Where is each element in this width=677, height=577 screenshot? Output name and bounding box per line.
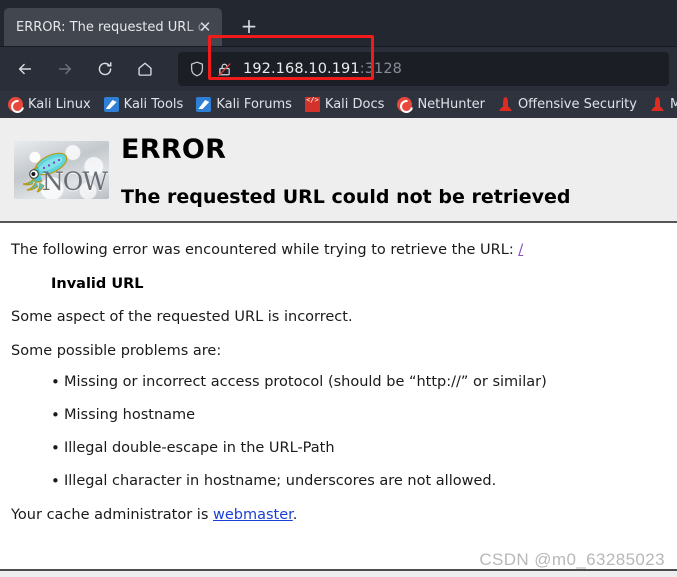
error-code: Invalid URL <box>51 275 144 292</box>
address-bar-container: 192.168.10.191:3128 <box>178 35 669 86</box>
kali-docs-icon <box>304 96 320 112</box>
browser-chrome: ERROR: The requested URL c ✕ + 192.168.1… <box>0 0 677 118</box>
bookmark-label: M <box>669 97 677 112</box>
bookmark-offensive-security[interactable]: Offensive Security <box>498 97 637 112</box>
forward-button[interactable] <box>48 52 82 86</box>
page-footer: Generated Thu, 06 Apr 2023 12:35:23 GMT … <box>0 571 677 577</box>
back-button[interactable] <box>8 52 42 86</box>
offsec-icon <box>498 97 513 112</box>
reload-icon <box>98 62 112 76</box>
msfu-icon <box>650 97 665 112</box>
page-body: The following error was encountered whil… <box>0 223 677 525</box>
address-port: :3128 <box>359 61 403 77</box>
shield-icon[interactable] <box>188 60 206 78</box>
reload-button[interactable] <box>88 52 122 86</box>
squid-logo: NOW <box>14 141 109 199</box>
bookmark-label: Kali Tools <box>123 97 184 112</box>
bookmark-kali-forums[interactable]: Kali Forums <box>196 97 292 112</box>
cache-admin-text: Your cache administrator is <box>11 506 213 523</box>
problems-list: Missing or incorrect access protocol (sh… <box>51 373 677 490</box>
address-host: 192.168.10.191 <box>243 61 360 77</box>
bookmark-kali-docs[interactable]: Kali Docs <box>304 96 385 112</box>
problems-intro: Some possible problems are: <box>11 343 222 360</box>
close-icon[interactable]: ✕ <box>196 18 214 36</box>
intro-paragraph: The following error was encountered whil… <box>11 241 677 261</box>
home-icon <box>138 62 152 76</box>
cache-admin-suffix: . <box>292 506 298 523</box>
squid-error-page: NOW ERROR The requested URL could not be… <box>0 118 677 577</box>
webmaster-link[interactable]: webmaster <box>213 507 293 523</box>
back-arrow-icon <box>18 63 32 75</box>
tab-strip: ERROR: The requested URL c ✕ + <box>0 0 677 46</box>
kali-forums-icon <box>196 97 212 112</box>
requested-url-link[interactable]: / <box>518 242 523 258</box>
nethunter-icon <box>397 97 413 112</box>
forward-arrow-icon <box>58 63 72 75</box>
bookmark-label: NetHunter <box>417 97 485 112</box>
squid-logo-caption: NOW <box>41 167 108 196</box>
navigation-toolbar: 192.168.10.191:3128 <box>0 35 677 91</box>
list-item: Illegal character in hostname; underscor… <box>51 472 677 490</box>
cache-admin-paragraph: Your cache administrator is webmaster. <box>11 506 677 526</box>
list-item: Missing hostname <box>51 406 677 424</box>
bookmarks-bar: Kali Linux Kali Tools Kali Forums Kali D… <box>0 91 677 118</box>
bookmark-label: Kali Docs <box>324 97 385 112</box>
lock-crossed-icon[interactable] <box>216 61 233 78</box>
kali-dragon-icon <box>8 97 23 112</box>
page-header: NOW ERROR The requested URL could not be… <box>0 118 677 223</box>
bookmark-label: Offensive Security <box>517 97 637 112</box>
bookmark-msfu[interactable]: M <box>650 97 677 112</box>
list-item: Illegal double-escape in the URL-Path <box>51 439 677 457</box>
home-button[interactable] <box>128 52 162 86</box>
list-item: Missing or incorrect access protocol (sh… <box>51 373 677 391</box>
kali-tools-icon <box>103 97 119 112</box>
page-subtitle: The requested URL could not be retrieved <box>121 186 571 208</box>
bookmark-kali-tools[interactable]: Kali Tools <box>103 97 184 112</box>
address-bar-url: 192.168.10.191:3128 <box>243 61 402 77</box>
intro-text: The following error was encountered whil… <box>11 242 519 258</box>
header-titles: ERROR The requested URL could not be ret… <box>121 130 570 208</box>
bookmark-nethunter[interactable]: NetHunter <box>397 97 485 112</box>
tab-title: ERROR: The requested URL c <box>16 19 205 35</box>
watermark: CSDN @m0_63285023 <box>479 550 665 569</box>
new-tab-button[interactable]: + <box>232 9 266 43</box>
explanation-paragraph: Some aspect of the requested URL is inco… <box>11 308 353 325</box>
bookmark-kali-linux[interactable]: Kali Linux <box>8 97 91 112</box>
address-bar[interactable]: 192.168.10.191:3128 <box>178 52 669 86</box>
page-title: ERROR <box>121 134 227 165</box>
bookmark-label: Kali Forums <box>216 97 292 112</box>
browser-tab[interactable]: ERROR: The requested URL c ✕ <box>4 8 222 46</box>
bookmark-label: Kali Linux <box>28 97 91 112</box>
